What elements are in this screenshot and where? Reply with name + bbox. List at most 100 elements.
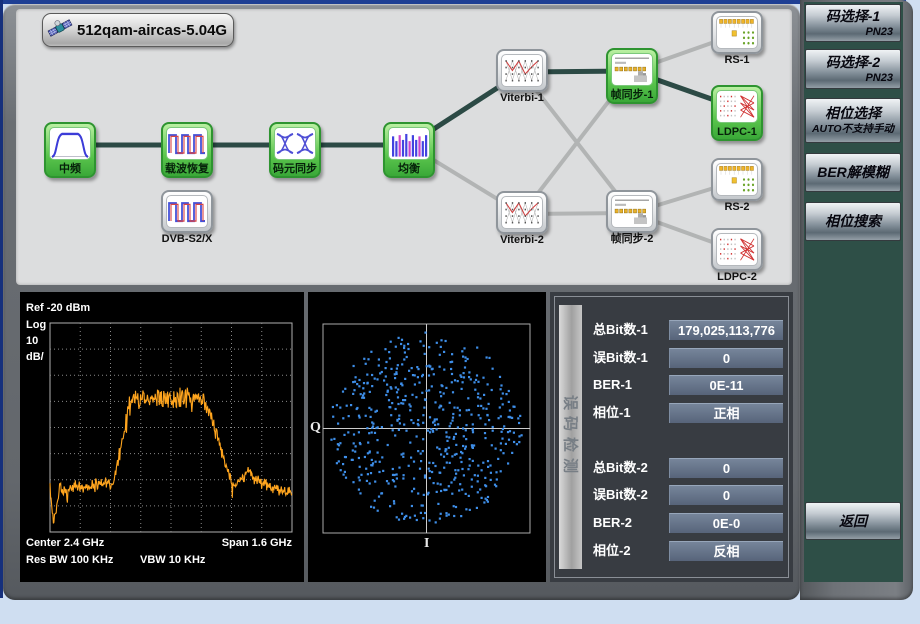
flow-node-symsync[interactable]: 码元同步	[269, 122, 321, 178]
flow-node-box: 码元同步	[269, 122, 321, 178]
ber-row-label-1: 误Bit数-1	[593, 348, 648, 368]
sidebar-background: 码选择-1PN23码选择-2PN23相位选择AUTO不支持手动BER解模糊相位搜…	[804, 2, 903, 582]
rs-icon	[716, 16, 758, 49]
sidebar-button-phase-search[interactable]: 相位搜索	[805, 202, 901, 241]
sidebar-button-code-select-1[interactable]: 码选择-1PN23	[805, 4, 901, 42]
ber-row-value-4: 0	[669, 458, 783, 478]
spectrum-rbw-label: Res BW 100 KHz	[26, 554, 113, 566]
flow-node-label: LDPC-1	[713, 126, 761, 139]
flow-node-box	[161, 190, 213, 233]
spectrum-panel: Ref -20 dBm Log 10 dB/ Center 2.4 GHz Sp…	[20, 292, 304, 582]
return-button[interactable]: 返回	[805, 502, 901, 540]
flow-node-box: 帧同步-1	[606, 48, 658, 104]
flow-node-ldpc2[interactable]: LDPC-2	[711, 228, 763, 284]
ber-row-label-6: BER-2	[593, 513, 632, 533]
flow-node-box	[711, 11, 763, 54]
ldpc-icon	[716, 90, 758, 123]
sidebar-button-label: 码选择-2	[809, 54, 897, 71]
flow-node-viterbi2[interactable]: Viterbi-2	[496, 191, 548, 247]
flow-node-label: 均衡	[385, 163, 433, 176]
spectrum-vbw-label: VBW 10 KHz	[140, 554, 205, 566]
flow-node-label: Viterbi-2	[496, 234, 548, 247]
flow-node-label: 帧同步-1	[608, 89, 656, 102]
ber-row-label-0: 总Bit数-1	[593, 320, 648, 340]
satellite-icon	[47, 15, 73, 45]
sidebar-button-value: PN23	[809, 71, 897, 85]
return-button-label: 返回	[809, 513, 897, 530]
flow-node-label: 中频	[46, 163, 94, 176]
flow-node-box: LDPC-1	[711, 85, 763, 141]
constellation-panel: Q I	[308, 292, 546, 582]
sidebar-button-phase-select[interactable]: 相位选择AUTO不支持手动	[805, 98, 901, 143]
ber-vertical-title: 误码检测	[559, 305, 582, 569]
sidebar: 码选择-1PN23码选择-2PN23相位选择AUTO不支持手动BER解模糊相位搜…	[800, 0, 913, 600]
sidebar-button-value: AUTO不支持手动	[809, 122, 897, 136]
flow-node-box	[496, 191, 548, 234]
ber-row-label-2: BER-1	[593, 375, 632, 395]
ber-row-value-5: 0	[669, 485, 783, 505]
flow-node-carrier[interactable]: 载波恢复	[161, 122, 213, 178]
flow-node-frame2[interactable]: 帧同步-2	[606, 190, 658, 246]
ber-row-label-4: 总Bit数-2	[593, 458, 648, 478]
ber-row-value-6: 0E-0	[669, 513, 783, 533]
ber-row-value-7: 反相	[669, 541, 783, 561]
squarewave-icon	[166, 127, 208, 160]
spectrum-center-label: Center 2.4 GHz	[26, 537, 104, 549]
flow-node-label: LDPC-2	[711, 271, 763, 284]
flow-node-label: 载波恢复	[163, 163, 211, 176]
sidebar-button-ber-deambiguity[interactable]: BER解模糊	[805, 153, 901, 192]
flow-node-if[interactable]: 中频	[44, 122, 96, 178]
squarewave-icon	[166, 195, 208, 228]
flow-node-box	[606, 190, 658, 233]
framesync-icon	[611, 195, 653, 228]
ber-stats-panel: 误码检测 总Bit数-1 179,025,113,776 误Bit数-1 0 BER-1…	[550, 292, 793, 582]
bars-icon	[388, 127, 430, 160]
sidebar-button-label: 码选择-1	[809, 8, 897, 25]
main-panel-frame: 中频 载波恢复 码元同步 均衡 DVB-S2/X Viterbi-1 Viterbi-2 帧同…	[3, 4, 800, 600]
flow-node-eq[interactable]: 均衡	[383, 122, 435, 178]
framesync-icon	[611, 53, 653, 86]
bandpass-icon	[49, 127, 91, 160]
flow-node-rs2[interactable]: RS-2	[711, 158, 763, 214]
sidebar-button-label: BER解模糊	[809, 164, 897, 181]
flow-diagram-panel: 中频 载波恢复 码元同步 均衡 DVB-S2/X Viterbi-1 Viterbi-2 帧同…	[16, 9, 792, 285]
i-axis-label: I	[424, 536, 429, 552]
preset-label: 512qam-aircas-5.04G	[77, 22, 227, 39]
flow-node-label: RS-1	[711, 54, 763, 67]
ldpc-icon	[716, 233, 758, 266]
flow-node-rs1[interactable]: RS-1	[711, 11, 763, 67]
preset-button[interactable]: 512qam-aircas-5.04G	[42, 13, 234, 47]
flow-node-label: 码元同步	[271, 163, 319, 176]
flow-node-label: DVB-S2/X	[161, 233, 213, 246]
flow-node-dvb[interactable]: DVB-S2/X	[161, 190, 213, 246]
app-window: 中频 载波恢复 码元同步 均衡 DVB-S2/X Viterbi-1 Viterbi-2 帧同…	[0, 0, 920, 624]
trellis-icon	[501, 196, 543, 229]
ber-row-value-1: 0	[669, 348, 783, 368]
trellis-icon	[501, 54, 543, 87]
sidebar-button-code-select-2[interactable]: 码选择-2PN23	[805, 49, 901, 89]
rs-icon	[716, 163, 758, 196]
flow-node-label: Viterbi-1	[496, 92, 548, 105]
ber-row-value-3: 正相	[669, 403, 783, 423]
sidebar-button-value: PN23	[809, 25, 897, 39]
flow-node-box: 中频	[44, 122, 96, 178]
ber-row-label-7: 相位-2	[593, 541, 631, 561]
ber-row-value-2: 0E-11	[669, 375, 783, 395]
flow-node-box	[496, 49, 548, 92]
flow-node-box: 载波恢复	[161, 122, 213, 178]
ber-row-label-3: 相位-1	[593, 403, 631, 423]
flow-node-viterbi1[interactable]: Viterbi-1	[496, 49, 548, 105]
ber-row-label-5: 误Bit数-2	[593, 485, 648, 505]
flow-node-box	[711, 228, 763, 271]
flow-node-box: 均衡	[383, 122, 435, 178]
spectrum-span-label: Span 1.6 GHz	[222, 537, 292, 549]
flow-node-ldpc1[interactable]: LDPC-1	[711, 85, 763, 141]
ber-row-value-0: 179,025,113,776	[669, 320, 783, 340]
sidebar-button-label: 相位选择	[809, 105, 897, 122]
flow-node-box	[711, 158, 763, 201]
flow-node-frame1[interactable]: 帧同步-1	[606, 48, 658, 104]
eye-icon	[274, 127, 316, 160]
sidebar-button-label: 相位搜索	[809, 213, 897, 230]
flow-node-label: 帧同步-2	[606, 233, 658, 246]
ber-vertical-title-text: 误码检测	[560, 395, 581, 479]
